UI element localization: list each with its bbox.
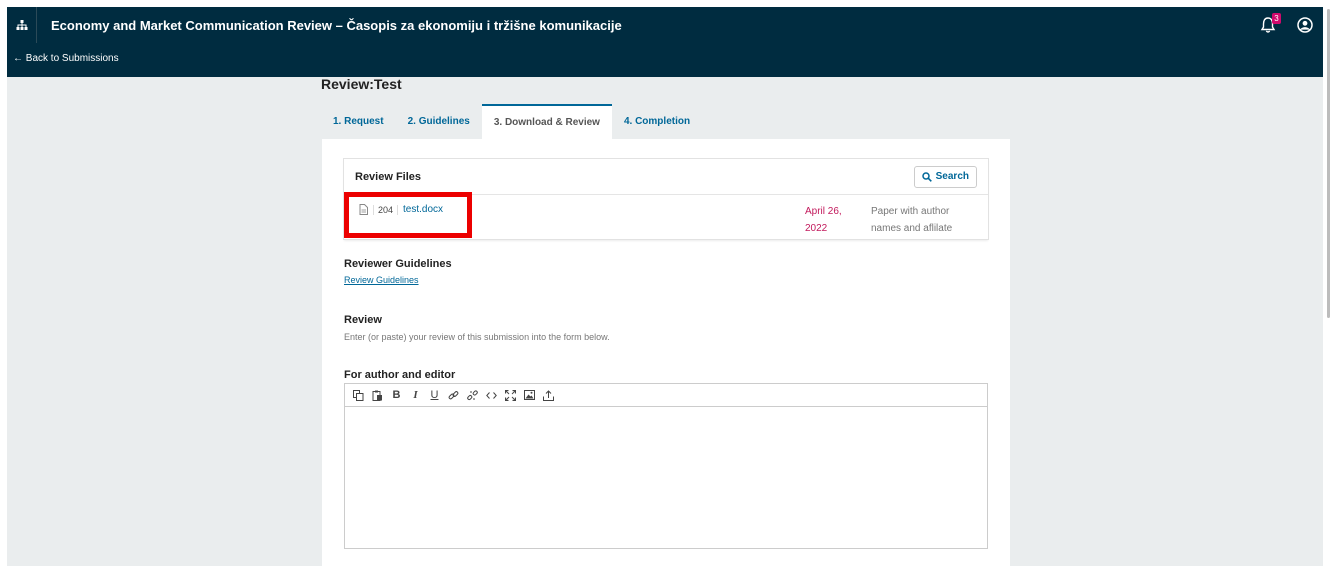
scrollbar-thumb[interactable] xyxy=(1327,9,1330,318)
review-section-description: Enter (or paste) your review of this sub… xyxy=(344,332,610,342)
review-tabs: 1. Request 2. Guidelines 3. Download & R… xyxy=(321,104,702,139)
tab-completion[interactable]: 4. Completion xyxy=(612,104,702,139)
unlink-icon[interactable] xyxy=(463,386,482,405)
file-date: April 26, 2022 xyxy=(805,206,842,234)
copy-icon[interactable] xyxy=(349,386,368,405)
site-title[interactable]: Economy and Market Communication Review … xyxy=(51,18,622,33)
sitemap-icon[interactable] xyxy=(7,7,37,43)
upload-icon[interactable] xyxy=(539,386,558,405)
italic-icon[interactable]: I xyxy=(406,386,425,405)
top-header: Economy and Market Communication Review … xyxy=(7,7,1323,43)
search-icon xyxy=(921,171,932,182)
code-icon[interactable] xyxy=(482,386,501,405)
review-editor: B I U xyxy=(344,383,988,549)
notification-count-badge: 3 xyxy=(1272,13,1281,24)
fullscreen-icon[interactable] xyxy=(501,386,520,405)
page-scrollbar[interactable] xyxy=(1323,7,1334,566)
link-icon[interactable] xyxy=(444,386,463,405)
review-section-title: Review xyxy=(344,314,382,326)
reviewer-guidelines-title: Reviewer Guidelines xyxy=(344,258,452,270)
annotation-highlight-box xyxy=(344,192,472,238)
tab-download-review[interactable]: 3. Download & Review xyxy=(481,104,612,139)
file-description: Paper with author names and aflilate xyxy=(871,206,953,234)
editor-toolbar: B I U xyxy=(345,384,987,407)
tab-request[interactable]: 1. Request xyxy=(321,104,396,139)
underline-icon[interactable]: U xyxy=(425,386,444,405)
back-to-submissions-link[interactable]: ← Back to Submissions xyxy=(13,53,119,64)
tab-guidelines[interactable]: 2. Guidelines xyxy=(396,104,482,139)
review-files-title: Review Files xyxy=(355,170,422,183)
app-frame: Economy and Market Communication Review … xyxy=(7,7,1323,566)
review-guidelines-link[interactable]: Review Guidelines xyxy=(344,275,419,285)
user-icon xyxy=(1297,17,1313,33)
sub-header: ← Back to Submissions xyxy=(7,43,1323,77)
notifications-button[interactable]: 3 xyxy=(1259,13,1281,35)
review-text-area[interactable] xyxy=(345,407,987,549)
search-button-label: Search xyxy=(935,171,969,182)
page-title: Review:Test xyxy=(321,76,402,92)
search-button[interactable]: Search xyxy=(913,165,977,188)
paste-icon[interactable] xyxy=(368,386,387,405)
review-files-header: Review Files Search xyxy=(344,159,988,194)
image-icon[interactable] xyxy=(520,386,539,405)
editor-label: For author and editor xyxy=(344,369,456,381)
user-avatar-button[interactable] xyxy=(1297,17,1313,33)
top-right-controls: 3 xyxy=(1259,7,1313,43)
bold-icon[interactable]: B xyxy=(387,386,406,405)
